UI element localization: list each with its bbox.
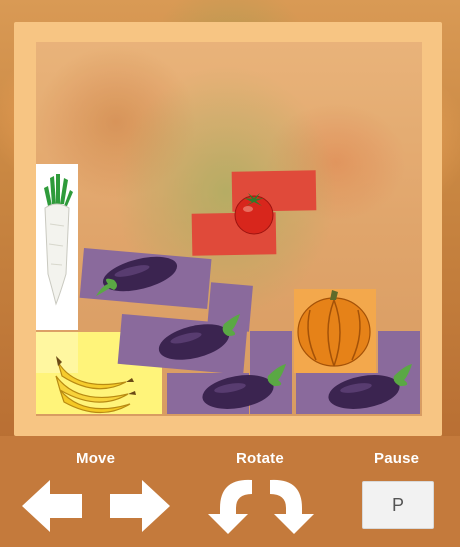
eggplant-icon-bottom-a — [196, 350, 292, 414]
daikon-tile — [36, 164, 78, 330]
move-right-button[interactable] — [108, 476, 172, 536]
arrow-right-icon — [110, 480, 170, 532]
pause-label: Pause — [374, 450, 420, 467]
rotate-label: Rotate — [236, 450, 284, 467]
rotate-right-icon — [270, 479, 314, 534]
tomato-icon — [232, 190, 278, 236]
rotate-right-button[interactable] — [268, 474, 318, 536]
rotate-left-icon — [208, 479, 252, 534]
eggplant-icon — [92, 250, 184, 314]
eggplant-icon-bottom-b — [322, 350, 418, 414]
pause-button[interactable]: P — [362, 481, 434, 529]
rotate-left-button[interactable] — [204, 474, 254, 536]
move-left-button[interactable] — [20, 476, 84, 536]
daikon-icon — [44, 174, 73, 306]
move-label: Move — [76, 450, 116, 467]
arrow-left-icon — [22, 480, 82, 532]
